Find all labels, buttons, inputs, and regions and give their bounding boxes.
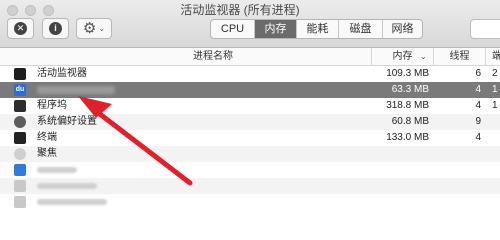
annotation-arrow xyxy=(78,96,193,186)
arrow-shaft xyxy=(89,105,193,186)
arrow-head xyxy=(78,96,112,118)
